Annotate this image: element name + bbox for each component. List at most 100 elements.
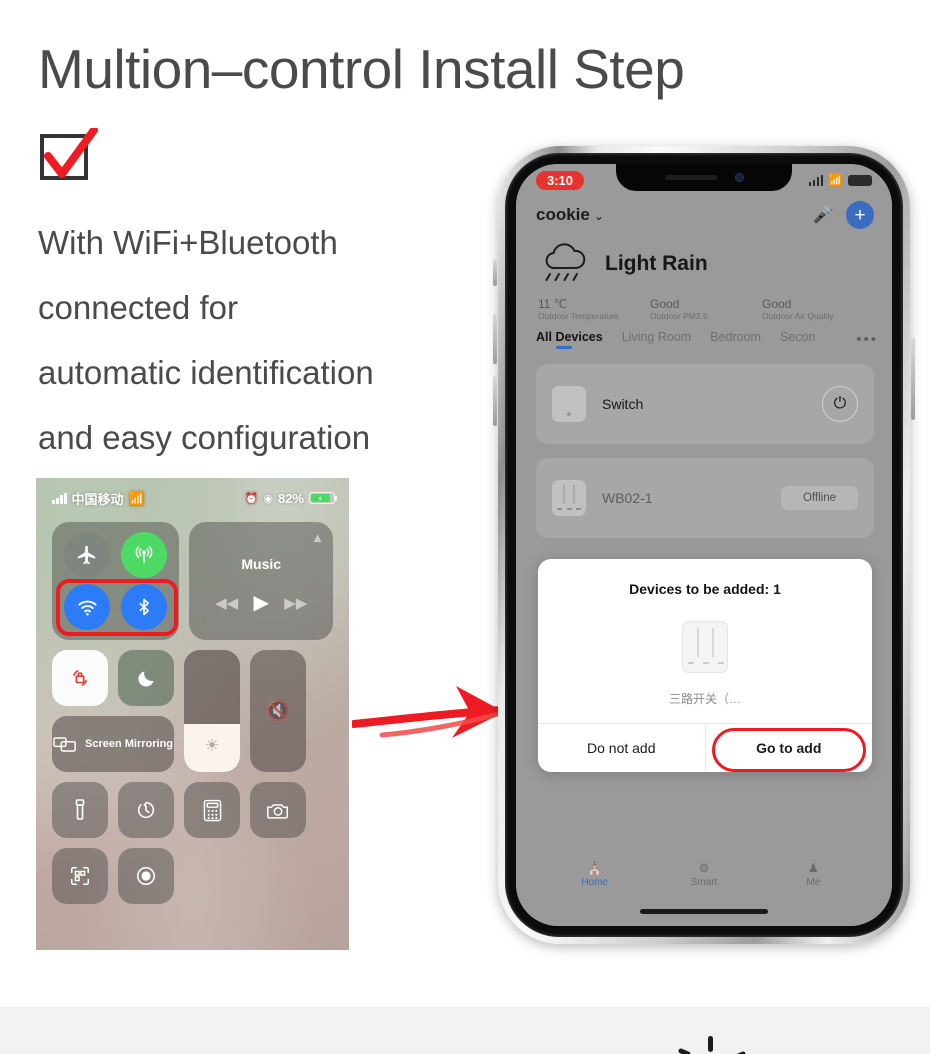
device-row-wb02[interactable]: WB02-1 Offline: [536, 458, 874, 538]
power-icon[interactable]: ⏻: [822, 386, 858, 422]
flashlight-tile[interactable]: [52, 782, 108, 838]
volume-slider[interactable]: 🔇: [250, 650, 306, 772]
mute-icon: 🔇: [266, 701, 290, 722]
bluetooth-icon: [139, 598, 150, 616]
screen-record-tile[interactable]: [118, 848, 174, 904]
battery-charging-icon: ⚡: [309, 492, 338, 504]
more-tabs-icon[interactable]: •••: [856, 331, 878, 348]
wifi-toggle[interactable]: [64, 584, 111, 630]
wifi-icon: 📶: [128, 490, 145, 506]
tabbar-label: Home: [581, 877, 608, 888]
home-selector[interactable]: cookie ⌄: [536, 205, 604, 225]
smart-home-app: 3:10 📶 cookie ⌄ 🎤 + Light Rain 11 ℃ Outd…: [516, 164, 892, 926]
qr-scan-icon: [71, 867, 89, 885]
timer-icon: [137, 801, 155, 819]
bottom-tab-bar: ⛪ Home ⚙ Smart ♟ Me: [516, 848, 892, 892]
tab-living-room[interactable]: Living Room: [622, 330, 691, 349]
airplane-icon: [78, 545, 96, 565]
switch-device-icon: [552, 386, 586, 422]
microphone-icon[interactable]: 🎤: [813, 205, 834, 225]
weather-condition: Light Rain: [605, 252, 708, 275]
play-icon[interactable]: ▶: [254, 590, 269, 615]
device-name: WB02-1: [602, 490, 653, 506]
next-section-band: [0, 1007, 930, 1054]
flashlight-icon: [75, 799, 85, 820]
brightness-slider[interactable]: ☀: [184, 650, 240, 772]
cellular-data-toggle[interactable]: [121, 532, 168, 578]
modal-actions: Do not add Go to add: [538, 723, 872, 772]
volume-down-button[interactable]: [493, 376, 497, 426]
rain-cloud-icon: [545, 243, 586, 281]
airplay-icon[interactable]: ▲: [311, 530, 324, 545]
battery-icon: [848, 174, 872, 186]
volume-up-button[interactable]: [493, 314, 497, 364]
modal-title: Devices to be added: 1: [629, 581, 781, 597]
airplane-mode-toggle[interactable]: [64, 532, 111, 578]
moon-icon: [137, 671, 153, 687]
record-icon: [136, 866, 156, 886]
alarm-icon: ⏰: [244, 492, 259, 505]
tab-bedroom[interactable]: Bedroom: [710, 330, 761, 349]
screen-mirroring-label: Screen Mirroring: [84, 737, 174, 750]
do-not-disturb-tile[interactable]: [118, 650, 174, 706]
chevron-down-icon: ⌄: [593, 209, 604, 223]
camera-tile[interactable]: [250, 782, 306, 838]
fast-forward-icon[interactable]: ▶▶: [284, 594, 307, 612]
go-to-add-button[interactable]: Go to add: [706, 724, 873, 772]
device-name: Switch: [602, 396, 644, 412]
tabbar-item-smart[interactable]: ⚙ Smart: [649, 861, 758, 888]
three-gang-switch-icon: [552, 480, 586, 516]
carrier-label: 中国移动: [71, 491, 124, 507]
tabbar-item-home[interactable]: ⛪ Home: [540, 861, 649, 888]
rotation-lock-icon: [73, 670, 87, 686]
tab-second-room[interactable]: Secon: [780, 330, 815, 349]
do-not-add-button[interactable]: Do not add: [538, 724, 705, 772]
ios-control-center-screenshot: 中国移动 📶 ⏰ ◉ 82% ⚡ ▲ Music ◀◀ ▶ ▶▶ Screen …: [36, 478, 349, 950]
mute-switch-button[interactable]: [493, 260, 497, 286]
lead-line: With WiFi+Bluetooth: [38, 224, 338, 261]
checked-checkbox-icon: [38, 128, 100, 186]
weather-stat: Good Outdoor PM2.5: [650, 297, 762, 322]
qr-scanner-tile[interactable]: [52, 848, 108, 904]
stat-value: 11 ℃: [538, 297, 568, 311]
wifi-icon: [78, 600, 97, 615]
wifi-icon: 📶: [828, 173, 843, 187]
add-device-button[interactable]: +: [846, 201, 874, 229]
lead-line: automatic identification: [38, 354, 374, 391]
add-device-modal: Devices to be added: 1 三路开关（… Do not add…: [538, 559, 872, 772]
music-pane[interactable]: ▲ Music ◀◀ ▶ ▶▶: [189, 522, 333, 640]
lead-copy: With WiFi+Bluetooth connected for automa…: [38, 210, 508, 470]
modal-body: 三路开关（…: [538, 597, 872, 723]
calculator-icon: [203, 799, 221, 821]
battery-percent-label: 82%: [277, 490, 304, 506]
three-gang-switch-icon: [682, 621, 728, 673]
control-center-status-bar: 中国移动 📶 ⏰ ◉ 82% ⚡: [36, 488, 349, 508]
device-row-switch[interactable]: Switch ⏻: [536, 364, 874, 444]
rewind-icon[interactable]: ◀◀: [215, 594, 238, 612]
home-name-label: cookie: [536, 205, 590, 224]
tabbar-item-me[interactable]: ♟ Me: [759, 861, 868, 888]
stat-label: Outdoor Temperature: [538, 311, 619, 321]
signal-bars-icon: [808, 174, 824, 186]
brightness-icon: ☀: [204, 736, 220, 755]
timer-tile[interactable]: [118, 782, 174, 838]
connectivity-pane: [52, 522, 180, 640]
red-check-icon: [44, 128, 98, 178]
bluetooth-toggle[interactable]: [121, 584, 168, 630]
camera-icon: [267, 803, 288, 819]
rotation-lock-tile[interactable]: [52, 650, 108, 706]
screen-mirroring-icon: [53, 736, 76, 752]
weather-stat: Good Outdoor Air Quality: [762, 297, 874, 322]
control-center-grid: ▲ Music ◀◀ ▶ ▶▶ Screen Mirroring ☀ 🔇: [52, 522, 333, 914]
phone-notch: [616, 164, 792, 191]
tabbar-label: Smart: [690, 877, 718, 888]
tabbar-label: Me: [806, 877, 821, 888]
status-badge: Offline: [780, 486, 858, 510]
power-button[interactable]: [911, 338, 915, 420]
screen-mirroring-tile[interactable]: Screen Mirroring: [52, 716, 174, 772]
stat-value: Good: [762, 297, 792, 311]
calculator-tile[interactable]: [184, 782, 240, 838]
partial-switch-glyph: [678, 1036, 746, 1054]
smart-icon: ⚙: [698, 861, 710, 875]
tab-all-devices[interactable]: All Devices: [536, 330, 603, 349]
